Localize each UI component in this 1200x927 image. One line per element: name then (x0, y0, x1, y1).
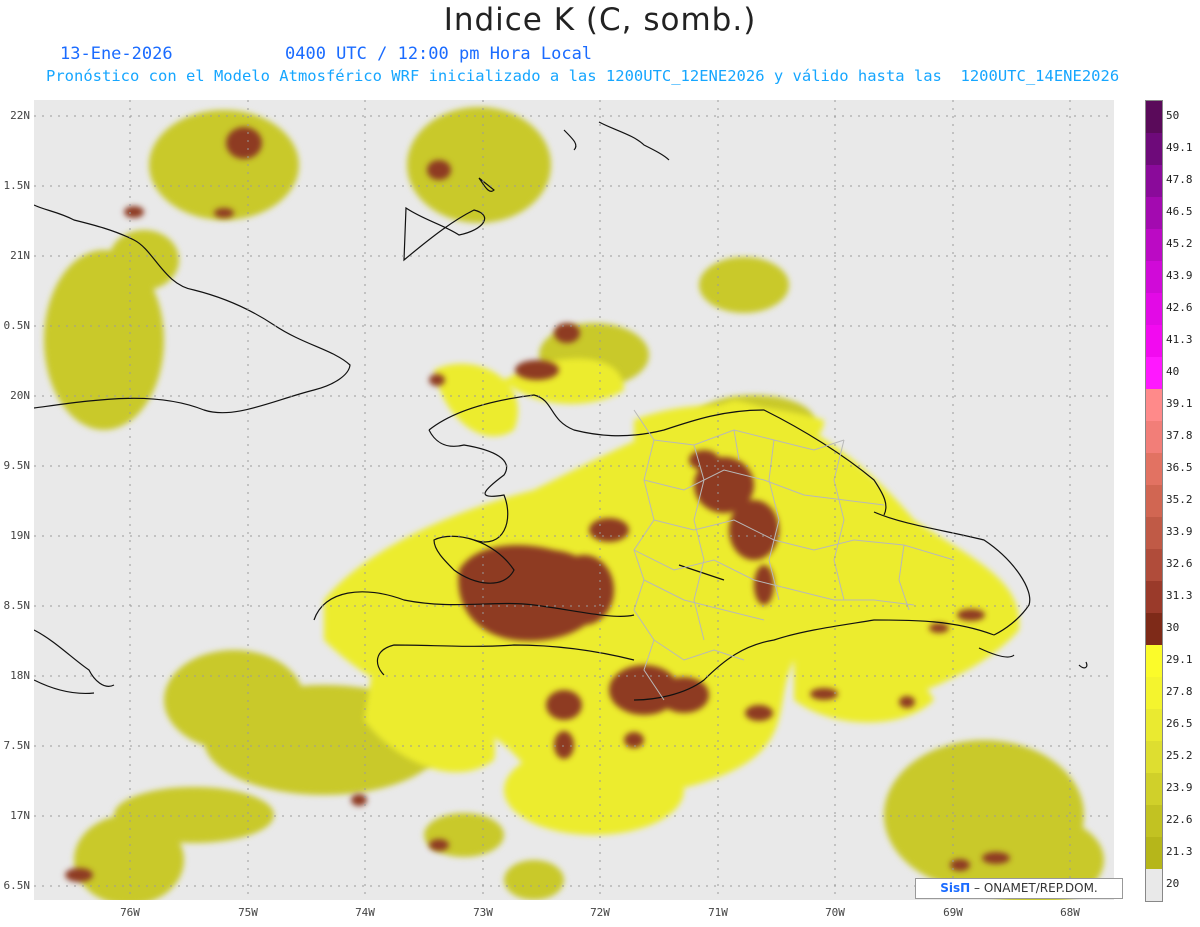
colorbar-label: 31.3 (1166, 589, 1193, 602)
colorbar-segment (1146, 645, 1162, 677)
colorbar-segment (1146, 549, 1162, 581)
lon-label: 74W (355, 906, 375, 919)
lon-label: 72W (590, 906, 610, 919)
k-index-map[interactable] (34, 100, 1114, 900)
colorbar-segment (1146, 837, 1162, 869)
colorbar-segment (1146, 453, 1162, 485)
colorbar-label: 46.5 (1166, 205, 1193, 218)
colorbar-segment (1146, 869, 1162, 901)
colorbar-label: 40 (1166, 365, 1180, 378)
colorbar-segment (1146, 261, 1162, 293)
colorbar-label: 50 (1166, 109, 1180, 122)
lon-label: 71W (708, 906, 728, 919)
colorbar-segment (1146, 517, 1162, 549)
colorbar-label: 42.6 (1166, 301, 1193, 314)
colorbar-label: 23.9 (1166, 781, 1193, 794)
colorbar-segment (1146, 197, 1162, 229)
colorbar-label: 20 (1166, 877, 1180, 890)
colorbar-segment (1146, 325, 1162, 357)
colorbar-label: 27.8 (1166, 685, 1193, 698)
lat-label: 17N (10, 809, 30, 822)
valid-time: 0400 UTC / 12:00 pm Hora Local (285, 44, 593, 64)
colorbar-segment (1146, 165, 1162, 197)
colorbar-label: 35.2 (1166, 493, 1193, 506)
lat-label: 1.5N (3, 179, 31, 192)
lat-label: 20N (10, 389, 30, 402)
colorbar-label: 29.1 (1166, 653, 1193, 666)
credit-text: – ONAMET/REP.DOM. (974, 881, 1098, 895)
lon-label: 68W (1060, 906, 1080, 919)
map-title: Indice K (C, somb.) (443, 2, 757, 38)
colorbar-segment (1146, 677, 1162, 709)
colorbar-segment (1146, 101, 1162, 133)
colorbar-label: 47.8 (1166, 173, 1193, 186)
colorbar-label: 36.5 (1166, 461, 1193, 474)
colorbar-segment (1146, 421, 1162, 453)
colorbar-segment (1146, 389, 1162, 421)
colorbar-segment (1146, 485, 1162, 517)
colorbar-segment (1146, 581, 1162, 613)
lat-label: 18N (10, 669, 30, 682)
colorbar-segment (1146, 613, 1162, 645)
colorbar-segment (1146, 293, 1162, 325)
lat-label: 7.5N (3, 739, 31, 752)
lon-label: 70W (825, 906, 845, 919)
sisp-logo: SisΠ (940, 881, 971, 895)
colorbar-segment (1146, 773, 1162, 805)
colorbar-label: 32.6 (1166, 557, 1193, 570)
colorbar-segment (1146, 741, 1162, 773)
colorbar-segment (1146, 709, 1162, 741)
colorbar-label: 45.2 (1166, 237, 1193, 250)
lon-label: 73W (473, 906, 493, 919)
colorbar (1145, 100, 1163, 902)
lat-label: 21N (10, 249, 30, 262)
colorbar-label: 39.1 (1166, 397, 1193, 410)
credit-box: SisΠ – ONAMET/REP.DOM. (915, 878, 1123, 899)
colorbar-label: 30 (1166, 621, 1180, 634)
colorbar-label: 21.3 (1166, 845, 1193, 858)
colorbar-segment (1146, 229, 1162, 261)
colorbar-label: 37.8 (1166, 429, 1193, 442)
lon-label: 75W (238, 906, 258, 919)
colorbar-label: 25.2 (1166, 749, 1193, 762)
lon-label: 76W (120, 906, 140, 919)
colorbar-label: 41.3 (1166, 333, 1193, 346)
lat-label: 0.5N (3, 319, 31, 332)
lat-label: 6.5N (3, 879, 31, 892)
lat-label: 19N (10, 529, 30, 542)
colorbar-segment (1146, 133, 1162, 165)
colorbar-label: 22.6 (1166, 813, 1193, 826)
colorbar-label: 33.9 (1166, 525, 1193, 538)
model-info-line: Pronóstico con el Modelo Atmosférico WRF… (46, 67, 1120, 85)
lon-label: 69W (943, 906, 963, 919)
lat-label: 8.5N (3, 599, 31, 612)
lat-label: 22N (10, 109, 30, 122)
colorbar-label: 43.9 (1166, 269, 1193, 282)
lat-label: 9.5N (3, 459, 31, 472)
colorbar-segment (1146, 805, 1162, 837)
colorbar-label: 26.5 (1166, 717, 1193, 730)
colorbar-segment (1146, 357, 1162, 389)
colorbar-label: 49.1 (1166, 141, 1193, 154)
valid-date: 13-Ene-2026 (60, 44, 173, 64)
